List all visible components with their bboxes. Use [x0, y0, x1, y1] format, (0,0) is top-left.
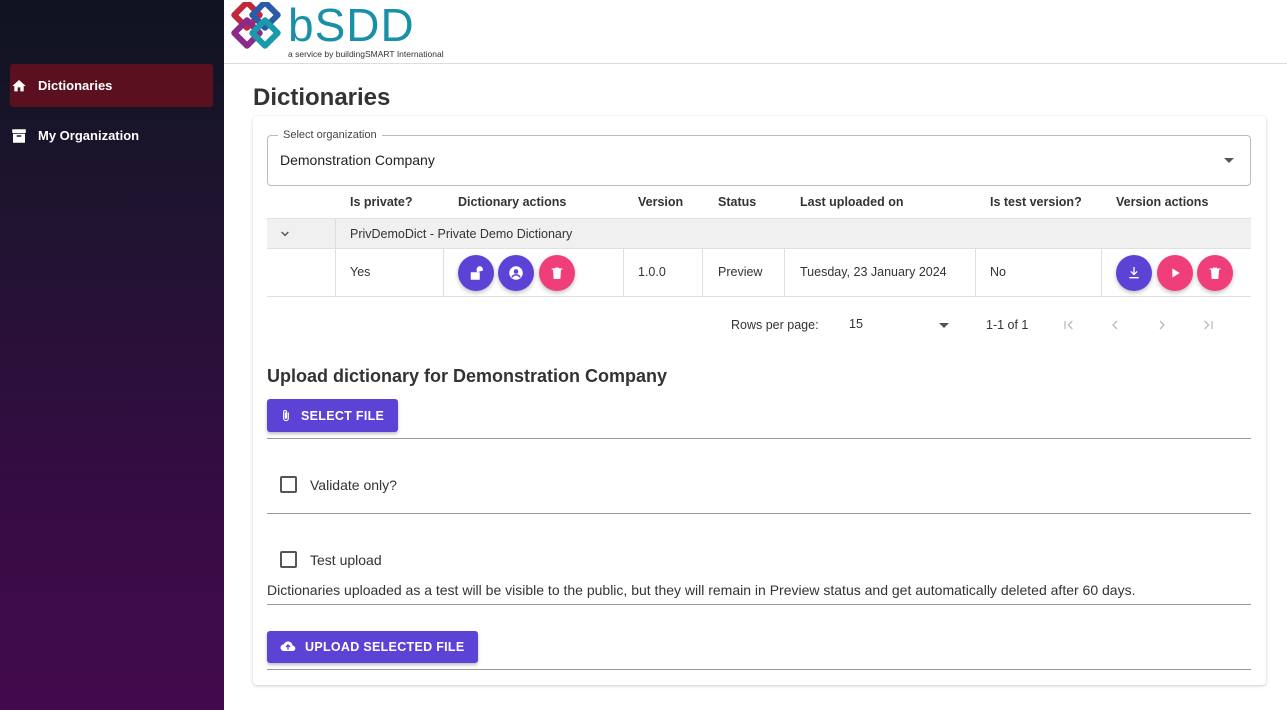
page-title: Dictionaries	[253, 84, 391, 111]
select-file-button[interactable]: SELECT FILE	[267, 399, 399, 432]
validate-only-row: Validate only?	[280, 476, 397, 493]
activate-version-button[interactable]	[1157, 255, 1193, 291]
column-header-version: Version	[638, 195, 684, 209]
cell-is-test: No	[990, 265, 1006, 279]
rows-per-page-value: 15	[849, 317, 863, 331]
delete-version-button[interactable]	[1197, 255, 1233, 291]
download-version-button[interactable]	[1116, 255, 1152, 291]
make-public-button[interactable]	[458, 255, 494, 291]
upload-selected-file-label: UPLOAD SELECTED FILE	[305, 640, 465, 654]
archive-icon	[10, 127, 28, 145]
dropdown-arrow-icon	[939, 323, 949, 328]
column-header-status: Status	[718, 195, 757, 209]
sidebar-item-label: My Organization	[38, 128, 140, 143]
sidebar-item-label: Dictionaries	[38, 78, 113, 93]
sidebar-item-dictionaries[interactable]: Dictionaries	[10, 64, 213, 107]
cloud-upload-icon	[279, 639, 297, 655]
cell-version: 1.0.0	[638, 265, 666, 279]
dictionaries-card: Select organization Demonstration Compan…	[253, 116, 1266, 685]
column-header-dictionary-actions: Dictionary actions	[458, 195, 567, 209]
column-header-is-private: Is private?	[350, 195, 413, 209]
download-icon	[1129, 267, 1139, 279]
unlock-icon	[470, 266, 483, 280]
pagination-range: 1-1 of 1	[986, 318, 1029, 332]
home-icon	[10, 77, 28, 95]
organization-select[interactable]: Select organization Demonstration Compan…	[267, 129, 1251, 186]
previous-page-icon[interactable]	[1105, 315, 1125, 335]
sidebar: Dictionaries My Organization	[0, 0, 224, 710]
validate-only-label: Validate only?	[310, 476, 397, 493]
sidebar-item-my-organization[interactable]: My Organization	[10, 114, 213, 157]
organization-select-legend: Select organization	[278, 129, 382, 141]
cell-status: Preview	[718, 265, 763, 279]
change-owner-button[interactable]	[498, 255, 534, 291]
paperclip-icon	[279, 408, 293, 424]
upload-selected-file-button[interactable]: UPLOAD SELECTED FILE	[267, 631, 479, 663]
trash-icon	[551, 267, 563, 279]
column-header-last-uploaded: Last uploaded on	[800, 195, 904, 209]
chevron-down-icon[interactable]	[277, 226, 293, 242]
test-upload-label: Test upload	[310, 551, 382, 568]
delete-dictionary-button[interactable]	[539, 255, 575, 291]
trash-icon	[1209, 267, 1221, 279]
bsdd-logo-mark-icon	[231, 0, 281, 49]
rows-per-page-label: Rows per page:	[731, 318, 819, 332]
divider	[267, 669, 1251, 670]
header: bSDD a service by buildingSMART Internat…	[224, 0, 1287, 64]
last-page-icon[interactable]	[1198, 315, 1218, 335]
upload-section-title: Upload dictionary for Demonstration Comp…	[267, 366, 668, 386]
bsdd-logo[interactable]: bSDD a service by buildingSMART Internat…	[228, 0, 458, 60]
table-pagination: Rows per page: 15 1-1 of 1	[267, 297, 1251, 353]
table-row: Yes 1.0.0 Preview Tuesday, 23 January 20…	[267, 249, 1251, 297]
column-header-is-test-version: Is test version?	[990, 195, 1082, 209]
validate-only-checkbox[interactable]	[280, 476, 297, 493]
rows-per-page-select[interactable]: 15	[849, 316, 949, 336]
dictionary-group-label: PrivDemoDict - Private Demo Dictionary	[350, 227, 573, 241]
table-group-row: PrivDemoDict - Private Demo Dictionary	[267, 219, 1251, 249]
account-circle-icon	[509, 266, 523, 280]
test-upload-note: Dictionaries uploaded as a test will be …	[267, 582, 1136, 598]
first-page-icon[interactable]	[1059, 315, 1079, 335]
next-page-icon[interactable]	[1152, 315, 1172, 335]
logo-subtitle: a service by buildingSMART International	[288, 49, 444, 59]
cell-last-uploaded: Tuesday, 23 January 2024	[800, 265, 947, 279]
column-header-version-actions: Version actions	[1116, 195, 1209, 209]
select-file-label: SELECT FILE	[301, 408, 385, 423]
play-icon	[1172, 268, 1180, 278]
logo-text: bSDD	[288, 0, 415, 51]
divider	[267, 513, 1251, 514]
divider	[267, 604, 1251, 605]
divider	[267, 438, 1251, 439]
organization-select-value: Demonstration Company	[280, 152, 435, 168]
dictionaries-table: Is private? Dictionary actions Version S…	[267, 186, 1251, 353]
table-header: Is private? Dictionary actions Version S…	[267, 186, 1251, 219]
dropdown-arrow-icon	[1224, 158, 1234, 163]
cell-is-private: Yes	[350, 265, 371, 279]
test-upload-row: Test upload	[280, 551, 382, 568]
test-upload-checkbox[interactable]	[280, 551, 297, 568]
